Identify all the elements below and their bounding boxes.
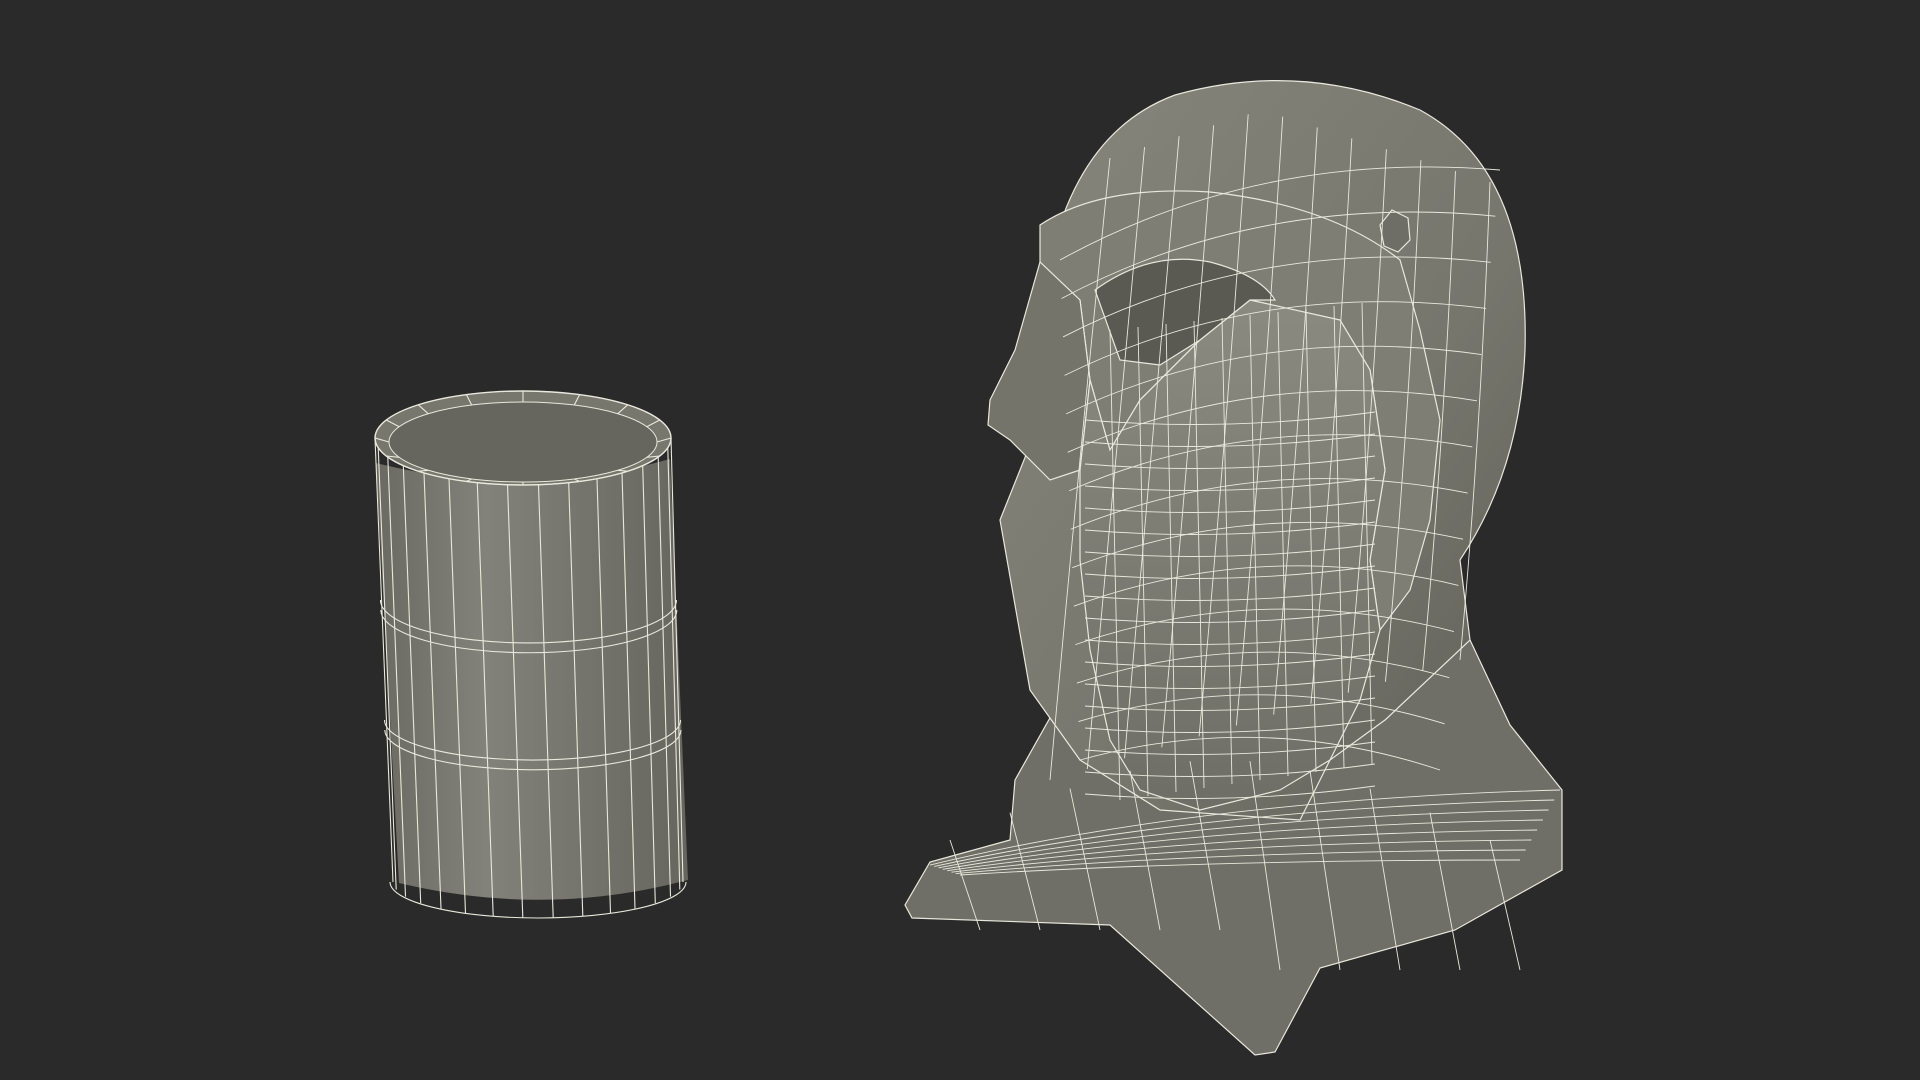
hooded-head-mask xyxy=(904,80,1563,1056)
barrel-body xyxy=(376,459,688,900)
wireframe-render xyxy=(374,80,1563,1056)
oil-barrel xyxy=(374,390,688,919)
3d-viewport xyxy=(0,0,1920,1080)
barrel-interior xyxy=(388,401,658,483)
